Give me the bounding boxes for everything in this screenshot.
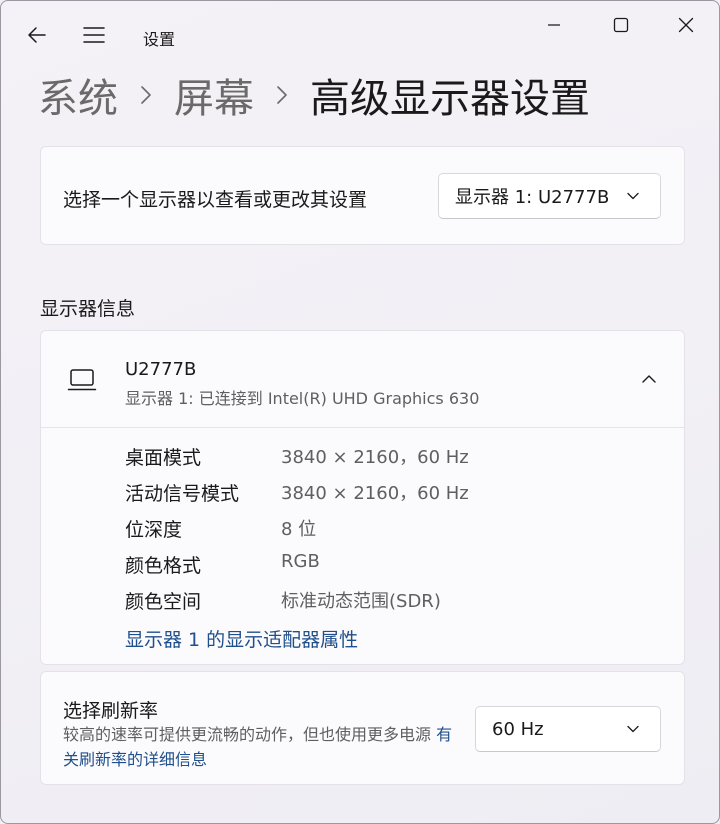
- display-info-section-title: 显示器信息: [40, 298, 136, 320]
- breadcrumb: 系统 屏幕 高级显示器设置: [38, 65, 590, 125]
- property-label: 桌面模式: [125, 447, 202, 469]
- monitor-connection-subtitle: 显示器 1: 已连接到 Intel(R) UHD Graphics 630: [125, 389, 480, 408]
- select-display-label: 选择一个显示器以查看或更改其设置: [63, 189, 368, 211]
- breadcrumb-item-system[interactable]: 系统: [38, 66, 118, 124]
- property-value: RGB: [281, 551, 320, 572]
- minimize-icon: [548, 24, 560, 26]
- refresh-rate-description: 较高的速率可提供更流畅的动作，但也使用更多电源: [63, 725, 432, 744]
- property-value: 3840 × 2160，60 Hz: [281, 447, 469, 468]
- refresh-rate-dropdown[interactable]: 60 Hz: [475, 706, 661, 752]
- maximize-icon: [613, 17, 629, 33]
- hamburger-menu-icon: [83, 27, 105, 43]
- refresh-rate-card: 选择刷新率 较高的速率可提供更流畅的动作，但也使用更多电源 有关刷新率的详细信息…: [40, 671, 685, 785]
- property-value: 标准动态范围(SDR): [281, 591, 441, 612]
- property-value: 3840 × 2160，60 Hz: [281, 483, 469, 504]
- chevron-down-icon: [626, 724, 640, 734]
- title-bar: 设置: [1, 1, 719, 65]
- navigation-menu-button[interactable]: [74, 15, 114, 55]
- chevron-right-icon: [276, 85, 288, 105]
- chevron-right-icon: [140, 85, 152, 105]
- refresh-rate-value: 60 Hz: [492, 718, 544, 740]
- select-display-card: 选择一个显示器以查看或更改其设置 显示器 1: U2777B: [40, 146, 685, 245]
- collapse-button[interactable]: [637, 367, 661, 391]
- maximize-button[interactable]: [598, 5, 644, 45]
- refresh-rate-description-block: 较高的速率可提供更流畅的动作，但也使用更多电源 有关刷新率的详细信息: [63, 722, 463, 772]
- property-label: 颜色格式: [125, 555, 202, 577]
- monitor-name: U2777B: [125, 359, 197, 380]
- chevron-down-icon: [626, 191, 640, 201]
- minimize-button[interactable]: [531, 5, 577, 45]
- property-label: 颜色空间: [125, 591, 202, 613]
- app-title: 设置: [143, 30, 176, 49]
- property-label: 活动信号模式: [125, 483, 240, 505]
- page-title: 高级显示器设置: [310, 76, 590, 122]
- display-info-card: U2777B 显示器 1: 已连接到 Intel(R) UHD Graphics…: [40, 330, 685, 665]
- property-label: 位深度: [125, 519, 183, 541]
- close-icon: [678, 17, 694, 33]
- display-info-header[interactable]: U2777B 显示器 1: 已连接到 Intel(R) UHD Graphics…: [41, 331, 684, 428]
- breadcrumb-item-display[interactable]: 屏幕: [174, 66, 254, 124]
- display-adapter-properties-link[interactable]: 显示器 1 的显示适配器属性: [125, 625, 358, 652]
- refresh-rate-title: 选择刷新率: [63, 700, 159, 722]
- display-select-value: 显示器 1: U2777B: [455, 187, 610, 208]
- laptop-monitor-icon: [67, 368, 97, 396]
- display-select-dropdown[interactable]: 显示器 1: U2777B: [438, 173, 661, 219]
- chevron-up-icon: [642, 375, 656, 383]
- back-button[interactable]: [17, 15, 57, 55]
- close-button[interactable]: [663, 5, 709, 45]
- back-arrow-icon: [28, 27, 46, 43]
- property-value: 8 位: [281, 519, 317, 540]
- settings-window: 设置 系统 屏幕 高级显示器设置 选择一个显示器以查看或更改其设置 显示器 1:…: [0, 0, 720, 824]
